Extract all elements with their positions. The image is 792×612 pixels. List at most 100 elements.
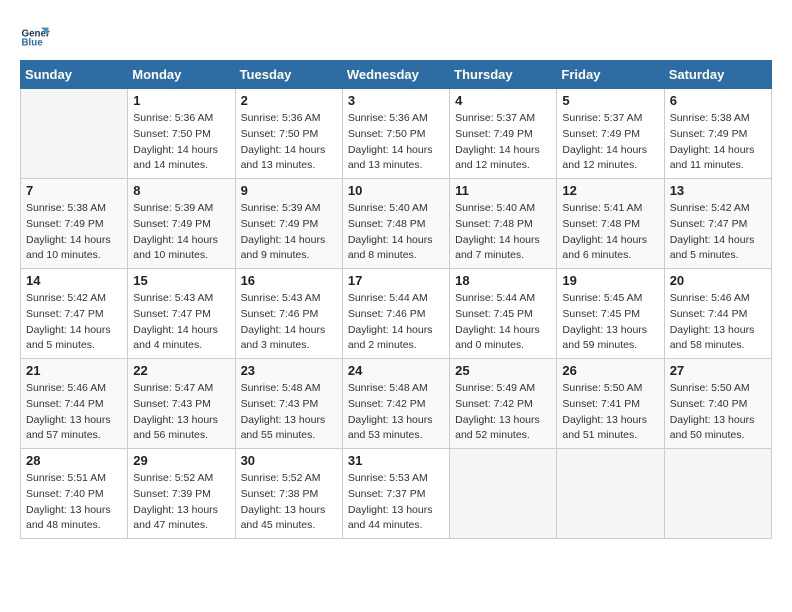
day-number: 11 [455, 183, 551, 198]
calendar-cell: 5 Sunrise: 5:37 AMSunset: 7:49 PMDaylight… [557, 89, 664, 179]
day-number: 26 [562, 363, 658, 378]
calendar-cell: 31 Sunrise: 5:53 AMSunset: 7:37 PMDayligh… [342, 449, 449, 539]
day-info: Sunrise: 5:44 AMSunset: 7:46 PMDaylight:… [348, 291, 444, 354]
day-info: Sunrise: 5:39 AMSunset: 7:49 PMDaylight:… [133, 201, 229, 264]
calendar-cell: 13 Sunrise: 5:42 AMSunset: 7:47 PMDayligh… [664, 179, 771, 269]
day-number: 18 [455, 273, 551, 288]
day-number: 31 [348, 453, 444, 468]
day-info: Sunrise: 5:46 AMSunset: 7:44 PMDaylight:… [670, 291, 766, 354]
day-info: Sunrise: 5:44 AMSunset: 7:45 PMDaylight:… [455, 291, 551, 354]
day-info: Sunrise: 5:46 AMSunset: 7:44 PMDaylight:… [26, 381, 122, 444]
day-info: Sunrise: 5:52 AMSunset: 7:38 PMDaylight:… [241, 471, 337, 534]
week-row-2: 7 Sunrise: 5:38 AMSunset: 7:49 PMDaylight… [21, 179, 772, 269]
day-info: Sunrise: 5:36 AMSunset: 7:50 PMDaylight:… [348, 111, 444, 174]
calendar-cell: 1 Sunrise: 5:36 AMSunset: 7:50 PMDaylight… [128, 89, 235, 179]
calendar-cell [557, 449, 664, 539]
day-number: 9 [241, 183, 337, 198]
calendar-cell: 12 Sunrise: 5:41 AMSunset: 7:48 PMDayligh… [557, 179, 664, 269]
day-number: 5 [562, 93, 658, 108]
day-header-thursday: Thursday [450, 61, 557, 89]
day-info: Sunrise: 5:49 AMSunset: 7:42 PMDaylight:… [455, 381, 551, 444]
calendar-cell: 8 Sunrise: 5:39 AMSunset: 7:49 PMDaylight… [128, 179, 235, 269]
logo-icon: General Blue [20, 20, 50, 50]
calendar-cell: 2Sunrise: 5:36 AMSunset: 7:50 PMDaylight… [235, 89, 342, 179]
day-info: Sunrise: 5:41 AMSunset: 7:48 PMDaylight:… [562, 201, 658, 264]
day-number: 15 [133, 273, 229, 288]
calendar-cell: 23Sunrise: 5:48 AMSunset: 7:43 PMDayligh… [235, 359, 342, 449]
day-number: 21 [26, 363, 122, 378]
day-number: 8 [133, 183, 229, 198]
calendar-cell [450, 449, 557, 539]
day-info: Sunrise: 5:50 AMSunset: 7:41 PMDaylight:… [562, 381, 658, 444]
day-info: Sunrise: 5:53 AMSunset: 7:37 PMDaylight:… [348, 471, 444, 534]
day-number: 30 [241, 453, 337, 468]
day-number: 27 [670, 363, 766, 378]
day-number: 17 [348, 273, 444, 288]
week-row-3: 14Sunrise: 5:42 AMSunset: 7:47 PMDayligh… [21, 269, 772, 359]
day-info: Sunrise: 5:37 AMSunset: 7:49 PMDaylight:… [562, 111, 658, 174]
calendar-cell: 21 Sunrise: 5:46 AMSunset: 7:44 PMDayligh… [21, 359, 128, 449]
day-info: Sunrise: 5:50 AMSunset: 7:40 PMDaylight:… [670, 381, 766, 444]
day-number: 7 [26, 183, 122, 198]
calendar-cell: 27 Sunrise: 5:50 AMSunset: 7:40 PMDayligh… [664, 359, 771, 449]
calendar-cell [664, 449, 771, 539]
day-info: Sunrise: 5:38 AMSunset: 7:49 PMDaylight:… [670, 111, 766, 174]
day-info: Sunrise: 5:43 AMSunset: 7:47 PMDaylight:… [133, 291, 229, 354]
day-number: 20 [670, 273, 766, 288]
calendar-cell: 28 Sunrise: 5:51 AMSunset: 7:40 PMDayligh… [21, 449, 128, 539]
day-info: Sunrise: 5:36 AMSunset: 7:50 PMDaylight:… [133, 111, 229, 174]
day-info: Sunrise: 5:40 AMSunset: 7:48 PMDaylight:… [455, 201, 551, 264]
day-header-friday: Friday [557, 61, 664, 89]
day-info: Sunrise: 5:48 AMSunset: 7:43 PMDaylight:… [241, 381, 337, 444]
day-number: 22 [133, 363, 229, 378]
logo: General Blue [20, 20, 50, 50]
day-header-wednesday: Wednesday [342, 61, 449, 89]
day-number: 16 [241, 273, 337, 288]
day-number: 29 [133, 453, 229, 468]
day-info: Sunrise: 5:45 AMSunset: 7:45 PMDaylight:… [562, 291, 658, 354]
calendar-cell [21, 89, 128, 179]
day-info: Sunrise: 5:36 AMSunset: 7:50 PMDaylight:… [241, 111, 337, 174]
calendar-cell: 14Sunrise: 5:42 AMSunset: 7:47 PMDayligh… [21, 269, 128, 359]
calendar-cell: 16 Sunrise: 5:43 AMSunset: 7:46 PMDayligh… [235, 269, 342, 359]
week-row-1: 1 Sunrise: 5:36 AMSunset: 7:50 PMDaylight… [21, 89, 772, 179]
calendar-header: SundayMondayTuesdayWednesdayThursdayFrid… [21, 61, 772, 89]
day-info: Sunrise: 5:38 AMSunset: 7:49 PMDaylight:… [26, 201, 122, 264]
week-row-5: 28 Sunrise: 5:51 AMSunset: 7:40 PMDayligh… [21, 449, 772, 539]
day-number: 13 [670, 183, 766, 198]
svg-text:Blue: Blue [22, 38, 44, 49]
day-info: Sunrise: 5:40 AMSunset: 7:48 PMDaylight:… [348, 201, 444, 264]
day-info: Sunrise: 5:51 AMSunset: 7:40 PMDaylight:… [26, 471, 122, 534]
day-number: 3 [348, 93, 444, 108]
day-number: 1 [133, 93, 229, 108]
day-number: 4 [455, 93, 551, 108]
calendar-table: SundayMondayTuesdayWednesdayThursdayFrid… [20, 60, 772, 539]
day-number: 14 [26, 273, 122, 288]
calendar-cell: 30 Sunrise: 5:52 AMSunset: 7:38 PMDayligh… [235, 449, 342, 539]
calendar-cell: 3 Sunrise: 5:36 AMSunset: 7:50 PMDaylight… [342, 89, 449, 179]
day-header-saturday: Saturday [664, 61, 771, 89]
day-info: Sunrise: 5:42 AMSunset: 7:47 PMDaylight:… [670, 201, 766, 264]
calendar-cell: 17 Sunrise: 5:44 AMSunset: 7:46 PMDayligh… [342, 269, 449, 359]
calendar-cell: 18 Sunrise: 5:44 AMSunset: 7:45 PMDayligh… [450, 269, 557, 359]
calendar-cell: 10Sunrise: 5:40 AMSunset: 7:48 PMDayligh… [342, 179, 449, 269]
calendar-cell: 15 Sunrise: 5:43 AMSunset: 7:47 PMDayligh… [128, 269, 235, 359]
calendar-cell: 29Sunrise: 5:52 AMSunset: 7:39 PMDayligh… [128, 449, 235, 539]
day-number: 19 [562, 273, 658, 288]
calendar-cell: 7 Sunrise: 5:38 AMSunset: 7:49 PMDaylight… [21, 179, 128, 269]
day-info: Sunrise: 5:47 AMSunset: 7:43 PMDaylight:… [133, 381, 229, 444]
calendar-cell: 6 Sunrise: 5:38 AMSunset: 7:49 PMDaylight… [664, 89, 771, 179]
day-info: Sunrise: 5:43 AMSunset: 7:46 PMDaylight:… [241, 291, 337, 354]
day-number: 6 [670, 93, 766, 108]
day-info: Sunrise: 5:37 AMSunset: 7:49 PMDaylight:… [455, 111, 551, 174]
calendar-cell: 9Sunrise: 5:39 AMSunset: 7:49 PMDaylight… [235, 179, 342, 269]
day-header-tuesday: Tuesday [235, 61, 342, 89]
page-header: General Blue [20, 20, 772, 50]
calendar-cell: 11 Sunrise: 5:40 AMSunset: 7:48 PMDayligh… [450, 179, 557, 269]
calendar-cell: 22 Sunrise: 5:47 AMSunset: 7:43 PMDayligh… [128, 359, 235, 449]
calendar-cell: 20 Sunrise: 5:46 AMSunset: 7:44 PMDayligh… [664, 269, 771, 359]
day-number: 12 [562, 183, 658, 198]
calendar-cell: 24Sunrise: 5:48 AMSunset: 7:42 PMDayligh… [342, 359, 449, 449]
day-number: 24 [348, 363, 444, 378]
day-number: 28 [26, 453, 122, 468]
